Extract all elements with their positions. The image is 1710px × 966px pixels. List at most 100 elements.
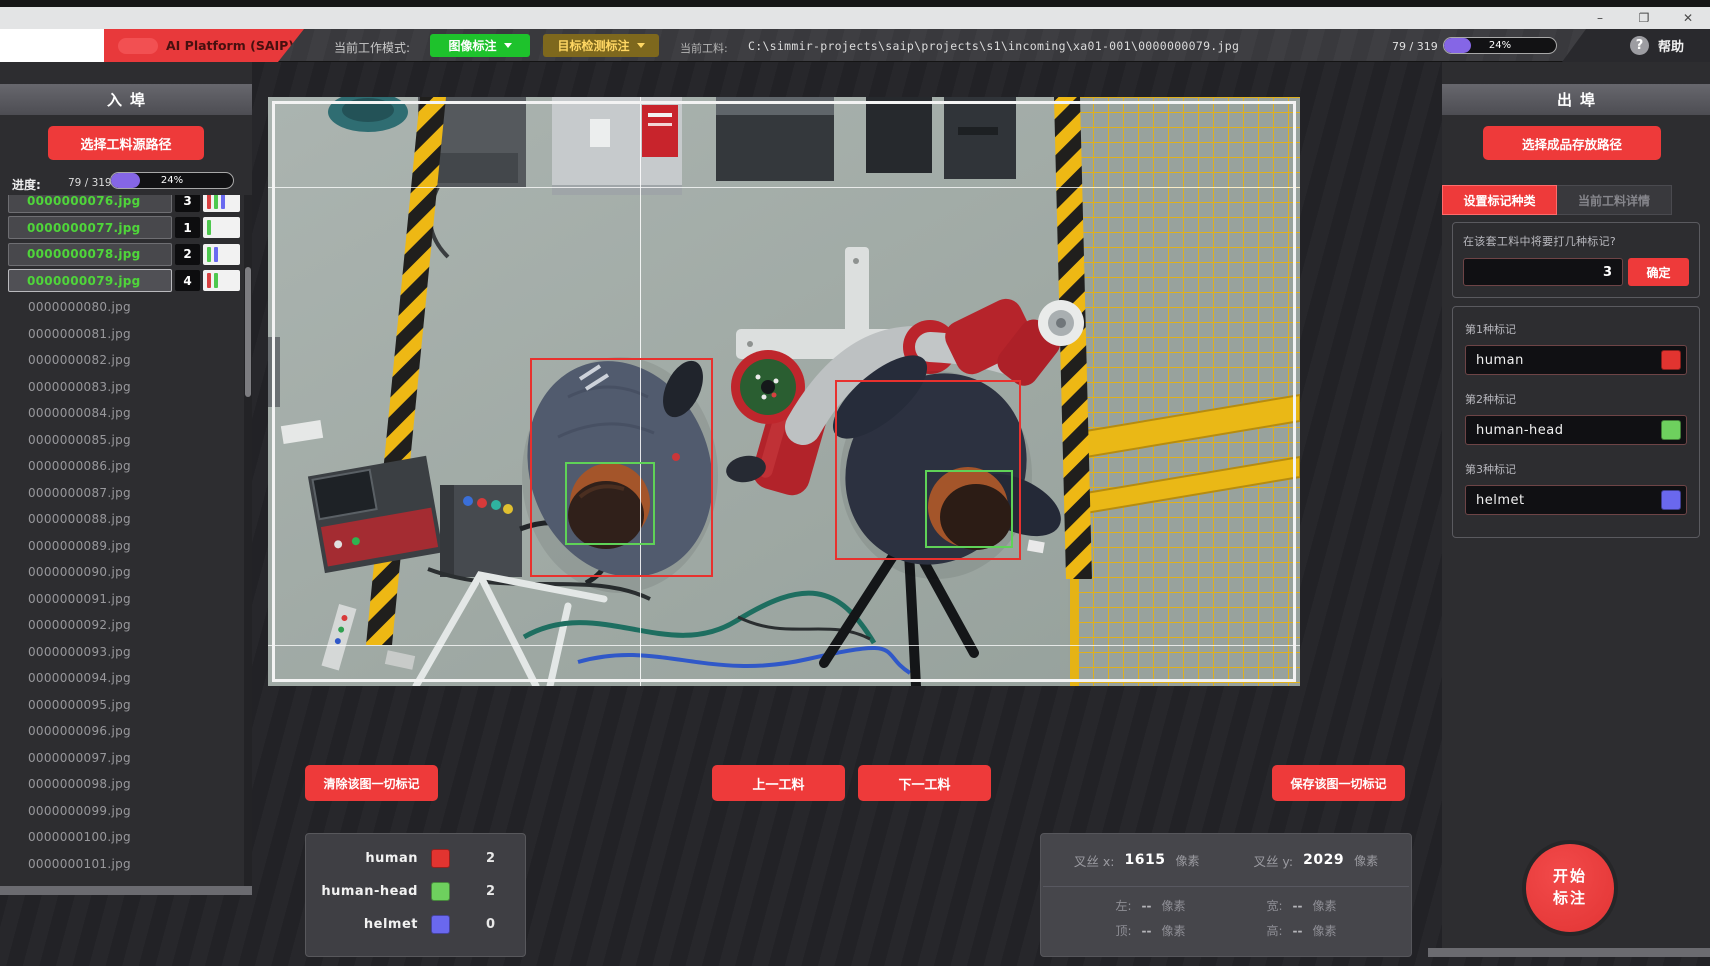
file-row[interactable]: 0000000089.jpg: [0, 533, 244, 560]
file-list: 0000000076.jpg 3 0000000077.jpg10000000078…: [0, 195, 244, 886]
file-row[interactable]: 0000000080.jpg: [0, 294, 244, 321]
file-row[interactable]: 0000000096.jpg: [0, 718, 244, 745]
legend-color-swatch: [431, 915, 450, 934]
file-row[interactable]: 0000000084.jpg: [0, 400, 244, 427]
file-name: 0000000084.jpg: [8, 406, 131, 420]
file-row[interactable]: 0000000100.jpg: [0, 824, 244, 851]
file-name: 0000000093.jpg: [8, 645, 131, 659]
marker-color-swatch[interactable]: [1661, 490, 1681, 510]
file-row[interactable]: 0000000078.jpg2: [0, 241, 244, 268]
marker-name-input[interactable]: human: [1465, 345, 1687, 375]
previous-workpiece-button[interactable]: 上一工料: [712, 765, 845, 801]
marker-color-swatch[interactable]: [1661, 350, 1681, 370]
minimize-button[interactable]: –: [1578, 7, 1622, 29]
file-list-inner: 0000000076.jpg 3 0000000077.jpg10000000078…: [0, 195, 244, 877]
chevron-down-icon: [504, 43, 512, 48]
file-row[interactable]: 0000000076.jpg 3: [0, 195, 244, 215]
legend-count: 2: [486, 884, 495, 899]
legend-label: helmet: [306, 917, 418, 932]
annotation-count-badge: 1: [175, 217, 200, 238]
header-progress-bar: 24%: [1443, 37, 1557, 54]
restore-button[interactable]: ❐: [1622, 7, 1666, 29]
save-annotations-button[interactable]: 保存该图一切标记: [1272, 765, 1405, 801]
file-row[interactable]: 0000000095.jpg: [0, 692, 244, 719]
file-row[interactable]: 0000000079.jpg4: [0, 268, 244, 295]
marker-color-swatch[interactable]: [1661, 420, 1681, 440]
file-row[interactable]: 0000000097.jpg: [0, 745, 244, 772]
file-name: 0000000087.jpg: [8, 486, 131, 500]
crosshair-y-value: 2029: [1303, 852, 1344, 868]
file-row[interactable]: 0000000086.jpg: [0, 453, 244, 480]
legend-color-swatch: [431, 882, 450, 901]
mode-detection-dropdown[interactable]: 目标检测标注: [543, 34, 659, 57]
file-name: 0000000086.jpg: [8, 459, 131, 473]
file-row[interactable]: 0000000094.jpg: [0, 665, 244, 692]
current-file-path: C:\simmir-projects\saip\projects\s1\inco…: [748, 39, 1239, 53]
input-sidebar: 入埠 选择工料源路径 进度: 79 / 319 24% 0000000076.j…: [0, 62, 252, 895]
app-root: – ❐ ✕ AI Platform (SAIP) 当前工作模式: 图像标注 目标…: [0, 0, 1710, 966]
file-row[interactable]: 0000000082.jpg: [0, 347, 244, 374]
tab-set-marker-types[interactable]: 设置标记种类: [1442, 185, 1557, 215]
file-name: 0000000080.jpg: [8, 300, 131, 314]
crosshair-horizontal-line: [268, 645, 1300, 646]
marker-name: human: [1466, 353, 1661, 368]
annotation-count-badge: 3: [175, 195, 200, 212]
marker-name-input[interactable]: helmet: [1465, 485, 1687, 515]
file-row[interactable]: 0000000099.jpg: [0, 798, 244, 825]
horizontal-scrollbar[interactable]: [1428, 948, 1710, 957]
file-name: 0000000076.jpg: [27, 195, 141, 208]
file-row[interactable]: 0000000093.jpg: [0, 639, 244, 666]
file-name: 0000000089.jpg: [8, 539, 131, 553]
start-label-line2: 标注: [1553, 888, 1587, 910]
help-button[interactable]: ? 帮助: [1562, 29, 1710, 62]
select-output-path-button[interactable]: 选择成品存放路径: [1483, 126, 1661, 160]
file-row[interactable]: 0000000088.jpg: [0, 506, 244, 533]
file-row[interactable]: 0000000090.jpg: [0, 559, 244, 586]
file-name: 0000000097.jpg: [8, 751, 131, 765]
scrollbar-thumb[interactable]: [245, 267, 251, 397]
file-row[interactable]: 0000000101.jpg: [0, 851, 244, 878]
crosshair-coords: 叉丝 x: 1615 像素 叉丝 y: 2029 像素: [1041, 834, 1411, 886]
file-list-scrollbar[interactable]: [244, 195, 252, 886]
annotation-overlay: [268, 97, 1300, 686]
close-button[interactable]: ✕: [1666, 7, 1710, 29]
file-row[interactable]: 0000000085.jpg: [0, 427, 244, 454]
crosshair-horizontal-line: [268, 187, 1300, 188]
marker-name-input[interactable]: human-head: [1465, 415, 1687, 445]
annotation-canvas[interactable]: [268, 97, 1300, 686]
sidebar-progress-bar: 24%: [110, 172, 234, 189]
annotation-legend: human2human-head2helmet0: [305, 833, 526, 957]
file-name: 0000000098.jpg: [8, 777, 131, 791]
file-row[interactable]: 0000000077.jpg1: [0, 215, 244, 242]
legend-label: human-head: [306, 884, 418, 899]
marker-count-input[interactable]: 3: [1463, 258, 1623, 286]
select-source-path-button[interactable]: 选择工料源路径: [48, 126, 204, 160]
file-name: 0000000091.jpg: [8, 592, 131, 606]
next-workpiece-button[interactable]: 下一工料: [858, 765, 991, 801]
mode-image-annotation-dropdown[interactable]: 图像标注: [430, 34, 530, 57]
dimension-readout: 顶:--像素: [1075, 922, 1226, 939]
progress-label: 进度:: [12, 176, 41, 193]
start-annotation-button[interactable]: 开始 标注: [1526, 844, 1614, 932]
confirm-button[interactable]: 确定: [1628, 258, 1689, 286]
output-tabs: 设置标记种类 当前工料详情: [1442, 185, 1672, 215]
tab-current-workpiece-details[interactable]: 当前工料详情: [1557, 185, 1672, 215]
bounding-box-human-head[interactable]: [565, 462, 655, 545]
bounding-box-human-head[interactable]: [925, 470, 1013, 548]
file-name: 0000000081.jpg: [8, 327, 131, 341]
file-row[interactable]: 0000000092.jpg: [0, 612, 244, 639]
file-row[interactable]: 0000000081.jpg: [0, 321, 244, 348]
header-progress-count: 79 / 319: [1392, 40, 1438, 53]
file-row[interactable]: 0000000087.jpg: [0, 480, 244, 507]
horizontal-scrollbar[interactable]: [0, 886, 252, 895]
file-row[interactable]: 0000000098.jpg: [0, 771, 244, 798]
file-row[interactable]: 0000000091.jpg: [0, 586, 244, 613]
legend-count: 2: [486, 851, 495, 866]
logo-mark-icon: [118, 38, 158, 54]
legend-row: human-head 2: [306, 879, 511, 904]
file-row[interactable]: 0000000083.jpg: [0, 374, 244, 401]
legend-label: human: [306, 851, 418, 866]
current-file-label: 当前工料:: [680, 40, 728, 56]
clear-annotations-button[interactable]: 清除该图一切标记: [305, 765, 438, 801]
box-dimensions: 左:--像素宽:--像素顶:--像素高:--像素: [1041, 887, 1411, 939]
